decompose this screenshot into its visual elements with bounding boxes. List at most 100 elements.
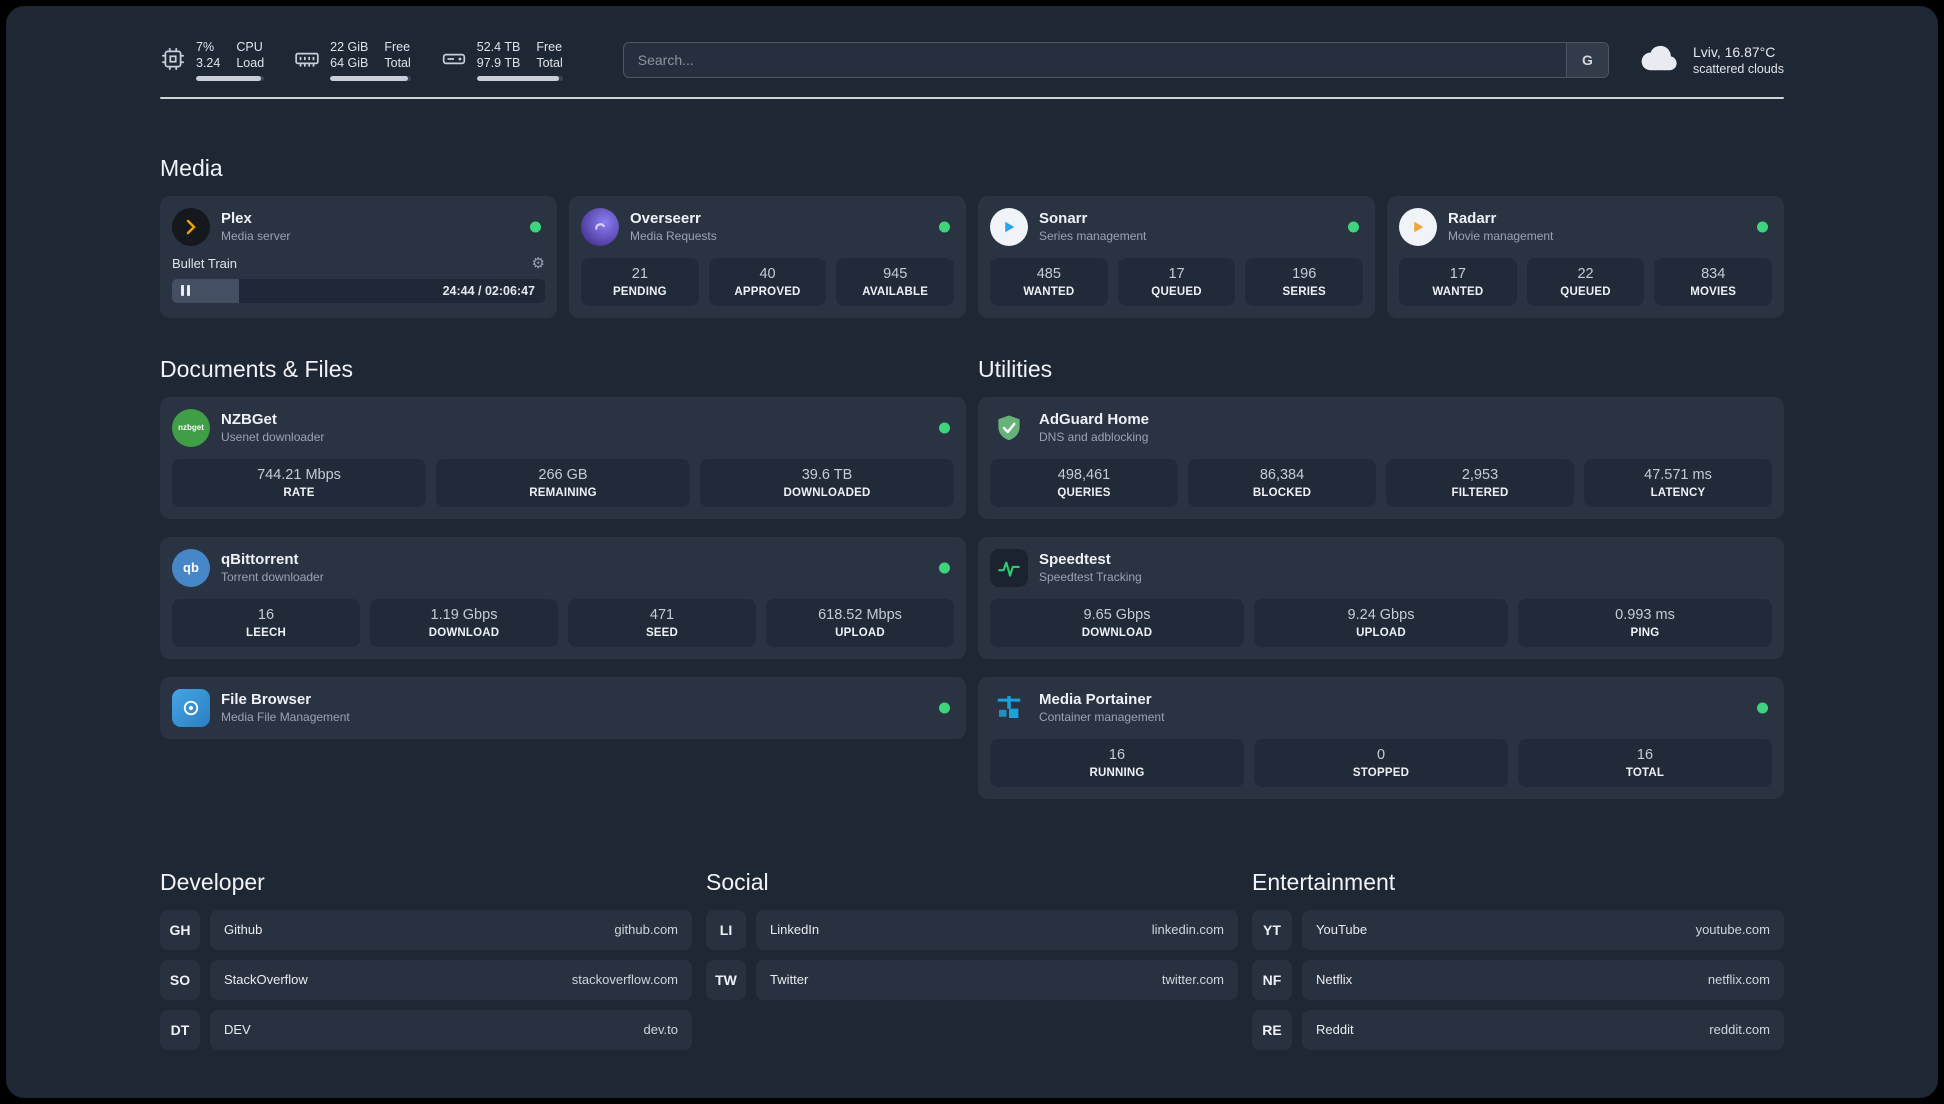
stat-tile: 618.52 Mbps UPLOAD <box>766 598 954 647</box>
bookmark-link[interactable]: Github github.com <box>210 909 692 950</box>
bookmark-abbr[interactable]: NF <box>1252 959 1292 1000</box>
app-card-adguard[interactable]: AdGuard Home DNS and adblocking 498,461 … <box>978 396 1784 519</box>
stat-tile: 744.21 Mbps RATE <box>172 458 426 507</box>
seek-bar[interactable]: 24:44 / 02:06:47 <box>172 278 545 303</box>
stat-tile: 266 GB REMAINING <box>436 458 690 507</box>
app-subtitle: Media File Management <box>221 710 350 725</box>
pause-button[interactable] <box>181 285 190 297</box>
bookmark-row: TW Twitter twitter.com <box>706 959 1238 1000</box>
app-name: NZBGet <box>221 411 277 429</box>
section-title-developer: Developer <box>160 868 265 895</box>
topbar-divider <box>160 96 1784 99</box>
stat-tile: 2,953 FILTERED <box>1386 458 1574 507</box>
app-card-plex[interactable]: Plex Media server Bullet Train ⚙ 24:44 /… <box>160 195 557 318</box>
ram-widget: 22 GiB 64 GiB Free Total <box>294 40 411 81</box>
bookmark-row: SO StackOverflow stackoverflow.com <box>160 959 692 1000</box>
stat-tile: 498,461 QUERIES <box>990 458 1178 507</box>
stat-tile: 39.6 TB DOWNLOADED <box>700 458 954 507</box>
sonarr-icon <box>990 207 1028 246</box>
bookmark-link[interactable]: StackOverflow stackoverflow.com <box>210 959 692 1000</box>
bookmark-abbr[interactable]: LI <box>706 909 746 950</box>
app-subtitle: Media Requests <box>630 229 717 244</box>
speedtest-icon <box>990 548 1028 587</box>
weather-widget: Lviv, 16.87°C scattered clouds <box>1639 42 1784 79</box>
app-card-sonarr[interactable]: Sonarr Series management 485 WANTED 17 Q… <box>978 195 1375 318</box>
app-card-nzbget[interactable]: nzbget NZBGet Usenet downloader 744.21 M… <box>160 396 966 519</box>
qbittorrent-icon: qb <box>172 548 210 587</box>
stat-tile: 196 SERIES <box>1245 257 1364 306</box>
bookmarks-social: Social LI LinkedIn linkedin.com TW Twitt… <box>706 869 1238 1050</box>
disk-free-label: Free <box>536 40 563 54</box>
status-dot <box>1348 221 1359 233</box>
stat-tile: 16 LEECH <box>172 598 360 647</box>
bookmark-row: NF Netflix netflix.com <box>1252 959 1784 1000</box>
disk-widget: 52.4 TB 97.9 TB Free Total <box>441 40 563 81</box>
app-name: Plex <box>221 210 252 228</box>
portainer-icon <box>990 689 1028 727</box>
weather-condition: scattered clouds <box>1692 62 1784 77</box>
bookmark-row: YT YouTube youtube.com <box>1252 909 1784 950</box>
app-card-portainer[interactable]: Media Portainer Container management 16 … <box>978 676 1784 799</box>
status-dot <box>939 562 950 574</box>
status-dot <box>939 702 950 714</box>
ram-total-value: 64 GiB <box>330 56 369 71</box>
app-card-filebrowser[interactable]: File Browser Media File Management <box>160 676 966 739</box>
search-input[interactable] <box>623 43 1566 78</box>
search-bar: G <box>622 42 1609 79</box>
bookmark-link[interactable]: Reddit reddit.com <box>1302 1009 1784 1050</box>
disk-free-value: 52.4 TB <box>476 40 521 54</box>
bookmark-row: DT DEV dev.to <box>160 1009 692 1050</box>
app-card-speedtest[interactable]: Speedtest Speedtest Tracking 9.65 Gbps D… <box>978 536 1784 659</box>
section-title-social: Social <box>706 868 769 895</box>
stat-tile: 471 SEED <box>568 598 756 647</box>
bookmark-abbr[interactable]: YT <box>1252 909 1292 950</box>
documents-column: Documents & Files nzbget NZBGet Usenet d… <box>160 356 966 799</box>
app-name: Radarr <box>1448 210 1497 228</box>
app-card-qbittorrent[interactable]: qb qBittorrent Torrent downloader 16 LEE… <box>160 536 966 659</box>
bookmark-abbr[interactable]: DT <box>160 1009 200 1050</box>
bookmark-row: LI LinkedIn linkedin.com <box>706 909 1238 950</box>
bookmark-row: RE Reddit reddit.com <box>1252 1009 1784 1050</box>
bookmarks-entertainment: Entertainment YT YouTube youtube.com NF … <box>1252 869 1784 1050</box>
section-title-entertainment: Entertainment <box>1252 868 1396 895</box>
status-dot <box>939 422 950 434</box>
section-title-documents: Documents & Files <box>160 355 354 382</box>
app-subtitle: Torrent downloader <box>221 570 324 585</box>
app-subtitle: DNS and adblocking <box>1039 430 1149 445</box>
status-dot <box>530 221 541 233</box>
bookmark-abbr[interactable]: RE <box>1252 1009 1292 1050</box>
bookmarks-developer: Developer GH Github github.com SO StackO… <box>160 869 692 1050</box>
gear-icon[interactable]: ⚙ <box>532 256 545 271</box>
ram-free-value: 22 GiB <box>330 40 369 54</box>
stat-tile: 21 PENDING <box>581 257 699 306</box>
app-card-overseerr[interactable]: Overseerr Media Requests 21 PENDING 40 A… <box>569 195 966 318</box>
stat-tile: 22 QUEUED <box>1526 257 1645 306</box>
bookmark-link[interactable]: DEV dev.to <box>210 1009 692 1050</box>
utilities-column: Utilities AdGuard Home DNS and adblockin… <box>978 356 1784 799</box>
bookmark-link[interactable]: Twitter twitter.com <box>756 959 1238 1000</box>
bookmark-abbr[interactable]: TW <box>706 959 746 1000</box>
bookmark-link[interactable]: LinkedIn linkedin.com <box>756 909 1238 950</box>
ram-stats: 22 GiB 64 GiB Free Total <box>330 40 411 81</box>
bookmark-link[interactable]: Netflix netflix.com <box>1302 959 1784 1000</box>
ram-bar <box>330 75 411 81</box>
status-dot <box>939 221 950 233</box>
search-engine-button[interactable]: G <box>1565 43 1608 78</box>
stat-tile: 16 RUNNING <box>990 738 1244 787</box>
cpu-icon <box>160 46 186 77</box>
app-subtitle: Usenet downloader <box>221 430 325 445</box>
status-dot <box>1757 702 1768 714</box>
bookmark-link[interactable]: YouTube youtube.com <box>1302 909 1784 950</box>
disk-stats: 52.4 TB 97.9 TB Free Total <box>476 40 563 81</box>
bookmark-abbr[interactable]: GH <box>160 909 200 950</box>
ram-icon <box>294 46 320 77</box>
dashboard: 7% 3.24 CPU Load 22 GiB 64 GiB Free Tota… <box>6 6 1938 1098</box>
app-subtitle: Speedtest Tracking <box>1039 570 1142 585</box>
bookmark-abbr[interactable]: SO <box>160 959 200 1000</box>
plex-icon <box>172 207 210 246</box>
disk-icon <box>441 46 467 77</box>
app-card-radarr[interactable]: Radarr Movie management 17 WANTED 22 QUE… <box>1387 195 1784 318</box>
cpu-percent: 7% <box>196 40 215 54</box>
app-name: Media Portainer <box>1039 691 1152 709</box>
app-subtitle: Movie management <box>1448 229 1554 244</box>
